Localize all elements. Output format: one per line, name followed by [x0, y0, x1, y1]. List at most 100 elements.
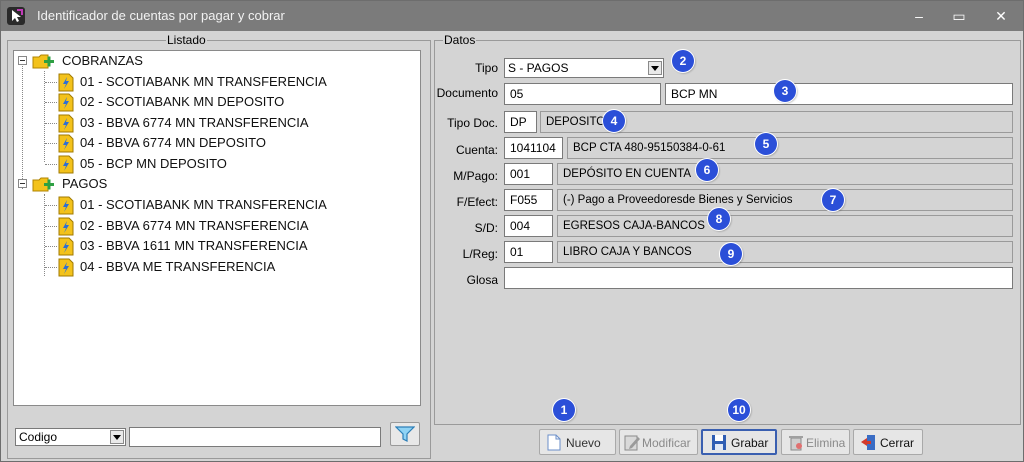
step-badge-4: 4 — [603, 110, 625, 132]
cuenta-label: Cuenta: — [455, 143, 498, 157]
l-reg-label: L/Reg: — [462, 247, 498, 261]
f-efect-label: F/Efect: — [456, 195, 498, 209]
tipo-select-value: S - PAGOS — [508, 61, 569, 75]
tree-item-label: 04 - BBVA 6774 MN DEPOSITO — [80, 135, 266, 150]
tree-line — [45, 143, 57, 144]
document-lightning-icon — [58, 217, 74, 236]
glosa-input[interactable] — [504, 267, 1013, 289]
delete-trash-icon — [789, 436, 803, 451]
l-reg-code-field[interactable]: 01 — [504, 241, 553, 263]
step-badge-3: 3 — [774, 80, 796, 102]
step-badge-6: 6 — [696, 159, 718, 181]
window-content: Listado COBRANZAS 01 - SCOTIABANK MN TRA… — [1, 31, 1023, 461]
nuevo-button[interactable]: Nuevo — [539, 429, 616, 455]
l-reg-desc-field: LIBRO CAJA Y BANCOS — [557, 241, 1013, 263]
tree-item-label: 01 - SCOTIABANK MN TRANSFERENCIA — [80, 74, 327, 89]
f-efect-desc-field: (-) Pago a Proveedoresde Bienes y Servic… — [557, 189, 1013, 211]
filter-funnel-icon — [395, 426, 415, 442]
m-pago-desc-field: DEPÓSITO EN CUENTA — [557, 163, 1013, 185]
tree-item[interactable]: 04 - BBVA ME TRANSFERENCIA — [14, 257, 414, 277]
grabar-button-label: Grabar — [731, 436, 769, 450]
close-button[interactable]: ✕ — [987, 5, 1015, 27]
document-lightning-icon — [58, 196, 74, 215]
f-efect-code-field[interactable]: F055 — [504, 189, 553, 211]
app-cursor-icon — [7, 7, 25, 25]
collapse-toggle-icon[interactable] — [18, 56, 27, 65]
tree-item[interactable]: 02 - SCOTIABANK MN DEPOSITO — [14, 92, 414, 112]
step-badge-1: 1 — [553, 399, 575, 421]
cuenta-desc-field: BCP CTA 480-95150384-0-61 — [567, 137, 1013, 159]
tree-group-label: COBRANZAS — [62, 53, 143, 68]
tree-item[interactable]: 04 - BBVA 6774 MN DEPOSITO — [14, 133, 414, 153]
datos-legend: Datos — [444, 33, 476, 47]
document-lightning-icon — [58, 237, 74, 256]
search-field-select-value: Codigo — [19, 430, 58, 444]
s-d-code-field[interactable]: 004 — [504, 215, 553, 237]
tipo-doc-code-field[interactable]: DP — [504, 111, 537, 133]
elimina-button-label: Elimina — [806, 436, 846, 450]
chevron-down-icon[interactable] — [110, 430, 124, 444]
document-lightning-icon — [58, 73, 74, 92]
documento-label: Documento — [436, 86, 498, 100]
tipo-doc-label: Tipo Doc. — [447, 116, 498, 130]
cerrar-button[interactable]: Cerrar — [853, 429, 923, 455]
document-lightning-icon — [58, 114, 74, 133]
tree-group-pagos[interactable]: PAGOS — [14, 174, 414, 194]
edit-document-icon — [624, 435, 640, 451]
folder-plus-icon — [32, 54, 54, 69]
maximize-button[interactable]: ▭ — [945, 5, 973, 27]
tree-item[interactable]: 02 - BBVA 6774 MN TRANSFERENCIA — [14, 216, 414, 236]
tree-item[interactable]: 05 - BCP MN DEPOSITO — [14, 154, 414, 174]
app-window: Identificador de cuentas por pagar y cob… — [0, 0, 1024, 462]
search-field-select[interactable]: Codigo — [15, 428, 126, 446]
collapse-toggle-icon[interactable] — [18, 179, 27, 188]
listado-legend: Listado — [167, 33, 206, 47]
minimize-button[interactable]: – — [905, 5, 933, 27]
tree-item[interactable]: 01 - SCOTIABANK MN TRANSFERENCIA — [14, 72, 414, 92]
tree-group-cobranzas[interactable]: COBRANZAS — [14, 51, 414, 71]
documento-name-field[interactable]: BCP MN — [665, 83, 1013, 105]
tree-line — [45, 205, 57, 206]
nuevo-button-label: Nuevo — [566, 436, 601, 450]
modificar-button[interactable]: Modificar — [619, 429, 698, 455]
elimina-button[interactable]: Elimina — [781, 429, 850, 455]
step-badge-9: 9 — [720, 243, 742, 265]
chevron-down-icon[interactable] — [648, 61, 662, 75]
save-floppy-icon — [712, 435, 726, 450]
exit-door-icon — [861, 435, 875, 450]
cuenta-code-field[interactable]: 1041104 — [504, 137, 563, 159]
grabar-button[interactable]: Grabar — [701, 429, 777, 455]
tree-group-label: PAGOS — [62, 176, 108, 191]
document-lightning-icon — [58, 93, 74, 112]
title-bar[interactable]: Identificador de cuentas por pagar y cob… — [1, 1, 1023, 31]
s-d-desc-field: EGRESOS CAJA-BANCOS — [557, 215, 1013, 237]
step-badge-10: 10 — [728, 399, 750, 421]
tree-line — [45, 226, 57, 227]
accounts-tree[interactable]: COBRANZAS 01 - SCOTIABANK MN TRANSFERENC… — [13, 50, 421, 406]
tree-item-label: 05 - BCP MN DEPOSITO — [80, 156, 227, 171]
filter-button[interactable] — [390, 422, 420, 446]
tree-item[interactable]: 01 - SCOTIABANK MN TRANSFERENCIA — [14, 195, 414, 215]
tree-item-label: 03 - BBVA 6774 MN TRANSFERENCIA — [80, 115, 309, 130]
m-pago-code-field[interactable]: 001 — [504, 163, 553, 185]
document-lightning-icon — [58, 134, 74, 153]
tree-line — [45, 82, 57, 83]
tree-item[interactable]: 03 - BBVA 6774 MN TRANSFERENCIA — [14, 113, 414, 133]
document-lightning-icon — [58, 258, 74, 277]
documento-code-field[interactable]: 05 — [504, 83, 661, 105]
search-input[interactable] — [129, 427, 381, 447]
tree-item-label: 02 - BBVA 6774 MN TRANSFERENCIA — [80, 218, 309, 233]
step-badge-2: 2 — [672, 50, 694, 72]
step-badge-8: 8 — [708, 208, 730, 230]
window-title: Identificador de cuentas por pagar y cob… — [37, 8, 285, 23]
tipo-label: Tipo — [475, 61, 498, 75]
tree-item-label: 04 - BBVA ME TRANSFERENCIA — [80, 259, 276, 274]
step-badge-7: 7 — [822, 189, 844, 211]
tree-line — [45, 164, 57, 165]
s-d-label: S/D: — [474, 221, 498, 235]
tree-item[interactable]: 03 - BBVA 1611 MN TRANSFERENCIA — [14, 236, 414, 256]
tipo-select[interactable]: S - PAGOS — [504, 58, 664, 78]
tree-item-label: 01 - SCOTIABANK MN TRANSFERENCIA — [80, 197, 327, 212]
document-lightning-icon — [58, 155, 74, 174]
tree-line — [45, 267, 57, 268]
